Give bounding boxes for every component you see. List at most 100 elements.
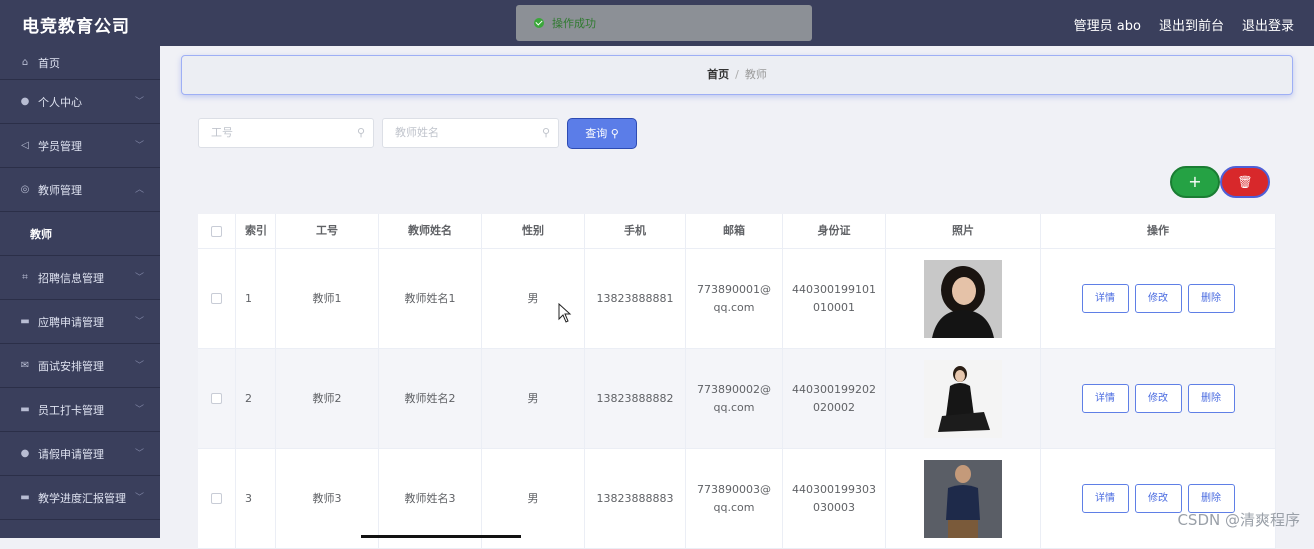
- search-button-label: 查询: [585, 127, 608, 140]
- chevron-down-icon: ﹀: [134, 449, 144, 459]
- header-photo: 照片: [886, 214, 1041, 248]
- chevron-down-icon: ﹀: [134, 317, 144, 327]
- select-all-checkbox[interactable]: [211, 225, 222, 237]
- sidebar-item-teachers[interactable]: ◎ 教师管理 ︿: [0, 168, 160, 212]
- chevron-down-icon: ﹀: [134, 493, 144, 503]
- cell-teacher-name: 教师姓名2: [379, 349, 482, 448]
- cell-email: 773890001@qq.com: [686, 249, 783, 348]
- sidebar-item-label: 招聘信息管理: [38, 271, 104, 285]
- row-select-cell: [198, 249, 236, 348]
- cell-email-text: 773890001@qq.com: [697, 282, 771, 314]
- sidebar: ⌂ 首页 ● 个人中心 ﹀ ◁ 学员管理 ﹀ ◎ 教师管理 ︿ 教师 ⌗ 招聘信息管理 ﹀ ▬ 应聘…: [0, 46, 160, 538]
- toast-text: 操作成功: [552, 17, 596, 30]
- detail-button[interactable]: 详情: [1081, 284, 1129, 313]
- cell-phone: 13823888883: [585, 449, 686, 548]
- delete-button[interactable]: 删除: [1187, 284, 1235, 313]
- teacher-photo[interactable]: [924, 259, 1002, 338]
- row-select-cell: [198, 449, 236, 548]
- sidebar-item-recruit-info[interactable]: ⌗ 招聘信息管理 ﹀: [0, 256, 160, 300]
- batch-delete-button[interactable]: 🗑: [1220, 166, 1270, 198]
- breadcrumb: 首页 / 教师: [181, 55, 1293, 95]
- chevron-up-icon: ︿: [134, 185, 144, 195]
- cell-teacher-no: 教师2: [276, 349, 379, 448]
- sidebar-item-applications[interactable]: ▬ 应聘申请管理 ﹀: [0, 300, 160, 344]
- watermark: CSDN @清爽程序: [1177, 511, 1300, 529]
- search-icon: ⚲: [356, 126, 365, 139]
- brand-title: 电竞教育公司: [22, 17, 130, 37]
- trash-icon: 🗑: [1237, 175, 1253, 189]
- header-email: 邮箱: [686, 214, 783, 248]
- sidebar-item-label: 员工打卡管理: [38, 403, 104, 417]
- globe-icon: ◎: [20, 184, 30, 195]
- cell-photo: [886, 249, 1041, 348]
- cell-index: 1: [236, 249, 276, 348]
- crop-icon: ⌗: [22, 272, 28, 283]
- row-checkbox[interactable]: [211, 493, 222, 504]
- header-teacher-no: 工号: [276, 214, 379, 248]
- sidebar-item-students[interactable]: ◁ 学员管理 ﹀: [0, 124, 160, 168]
- sidebar-item-label: 应聘申请管理: [38, 315, 104, 329]
- cell-id-card: 440300199202020002: [783, 349, 886, 448]
- cell-teacher-no: 教师1: [276, 249, 379, 348]
- header-gender: 性别: [482, 214, 585, 248]
- row-checkbox[interactable]: [211, 393, 222, 404]
- search-button[interactable]: 查询 ⚲: [567, 118, 637, 149]
- home-icon: ⌂: [21, 57, 29, 68]
- sidebar-item-progress[interactable]: ▬ 教学进度汇报管理 ﹀: [0, 476, 160, 520]
- cell-email: 773890003@qq.com: [686, 449, 783, 548]
- sidebar-item-leave[interactable]: ● 请假申请管理 ﹀: [0, 432, 160, 476]
- send-icon: ◁: [21, 140, 29, 151]
- delete-button[interactable]: 删除: [1187, 384, 1235, 413]
- sidebar-item-interviews[interactable]: ✉ 面试安排管理 ﹀: [0, 344, 160, 388]
- cell-teacher-name: 教师姓名3: [379, 449, 482, 548]
- search-icon: ⚲: [541, 126, 550, 139]
- chevron-down-icon: ﹀: [134, 97, 144, 107]
- teacher-photo[interactable]: [924, 459, 1002, 538]
- mail-icon: ✉: [20, 360, 30, 371]
- sidebar-item-label: 请假申请管理: [38, 447, 104, 461]
- cell-id-card-text: 440300199101010001: [792, 282, 876, 314]
- top-right-links: 管理员 abo 退出到前台 退出登录: [1074, 15, 1294, 34]
- success-toast: 操作成功: [516, 5, 812, 41]
- teacher-photo[interactable]: [924, 359, 1002, 438]
- header-id-card: 身份证: [783, 214, 886, 248]
- table-header-row: 索引 工号 教师姓名 性别 手机 邮箱 身份证 照片 操作: [198, 214, 1276, 249]
- top-bar: 电竞教育公司 操作成功 管理员 abo 退出到前台 退出登录: [0, 0, 1314, 46]
- admin-label[interactable]: 管理员 abo: [1074, 15, 1141, 34]
- header-teacher-name: 教师姓名: [379, 214, 482, 248]
- edit-button[interactable]: 修改: [1134, 484, 1182, 513]
- logout-link[interactable]: 退出登录: [1242, 15, 1294, 34]
- breadcrumb-separator: /: [735, 68, 739, 81]
- cell-id-card: 440300199303030003: [783, 449, 886, 548]
- success-icon: [534, 18, 544, 28]
- teacher-name-input[interactable]: 教师姓名 ⚲: [382, 118, 559, 148]
- cell-photo: [886, 349, 1041, 448]
- back-to-front-link[interactable]: 退出到前台: [1159, 15, 1224, 34]
- cell-email-text: 773890002@qq.com: [697, 382, 771, 414]
- sidebar-item-attendance[interactable]: ▬ 员工打卡管理 ﹀: [0, 388, 160, 432]
- edit-button[interactable]: 修改: [1134, 284, 1182, 313]
- row-checkbox[interactable]: [211, 293, 222, 304]
- edit-button[interactable]: 修改: [1134, 384, 1182, 413]
- cell-id-card-text: 440300199202020002: [792, 382, 876, 414]
- cell-photo: [886, 449, 1041, 548]
- chevron-down-icon: ﹀: [134, 405, 144, 415]
- sidebar-item-profile[interactable]: ● 个人中心 ﹀: [0, 80, 160, 124]
- row-select-cell: [198, 349, 236, 448]
- sidebar-item-label: 教师: [30, 227, 52, 241]
- cell-id-card: 440300199101010001: [783, 249, 886, 348]
- detail-button[interactable]: 详情: [1081, 384, 1129, 413]
- breadcrumb-home[interactable]: 首页: [707, 68, 729, 81]
- teacher-no-input[interactable]: 工号 ⚲: [198, 118, 374, 148]
- sidebar-item-label: 学员管理: [38, 139, 82, 153]
- cell-phone: 13823888881: [585, 249, 686, 348]
- sidebar-subitem-teacher[interactable]: 教师: [0, 212, 160, 256]
- cell-teacher-name: 教师姓名1: [379, 249, 482, 348]
- sidebar-item-label: 教学进度汇报管理: [38, 491, 126, 505]
- teacher-table: 索引 工号 教师姓名 性别 手机 邮箱 身份证 照片 操作 1 教师1 教师姓名…: [198, 214, 1276, 549]
- add-button[interactable]: +: [1170, 166, 1220, 198]
- chevron-down-icon: ﹀: [134, 273, 144, 283]
- detail-button[interactable]: 详情: [1081, 484, 1129, 513]
- cell-gender: 男: [482, 249, 585, 348]
- sidebar-item-home[interactable]: ⌂ 首页: [0, 46, 160, 80]
